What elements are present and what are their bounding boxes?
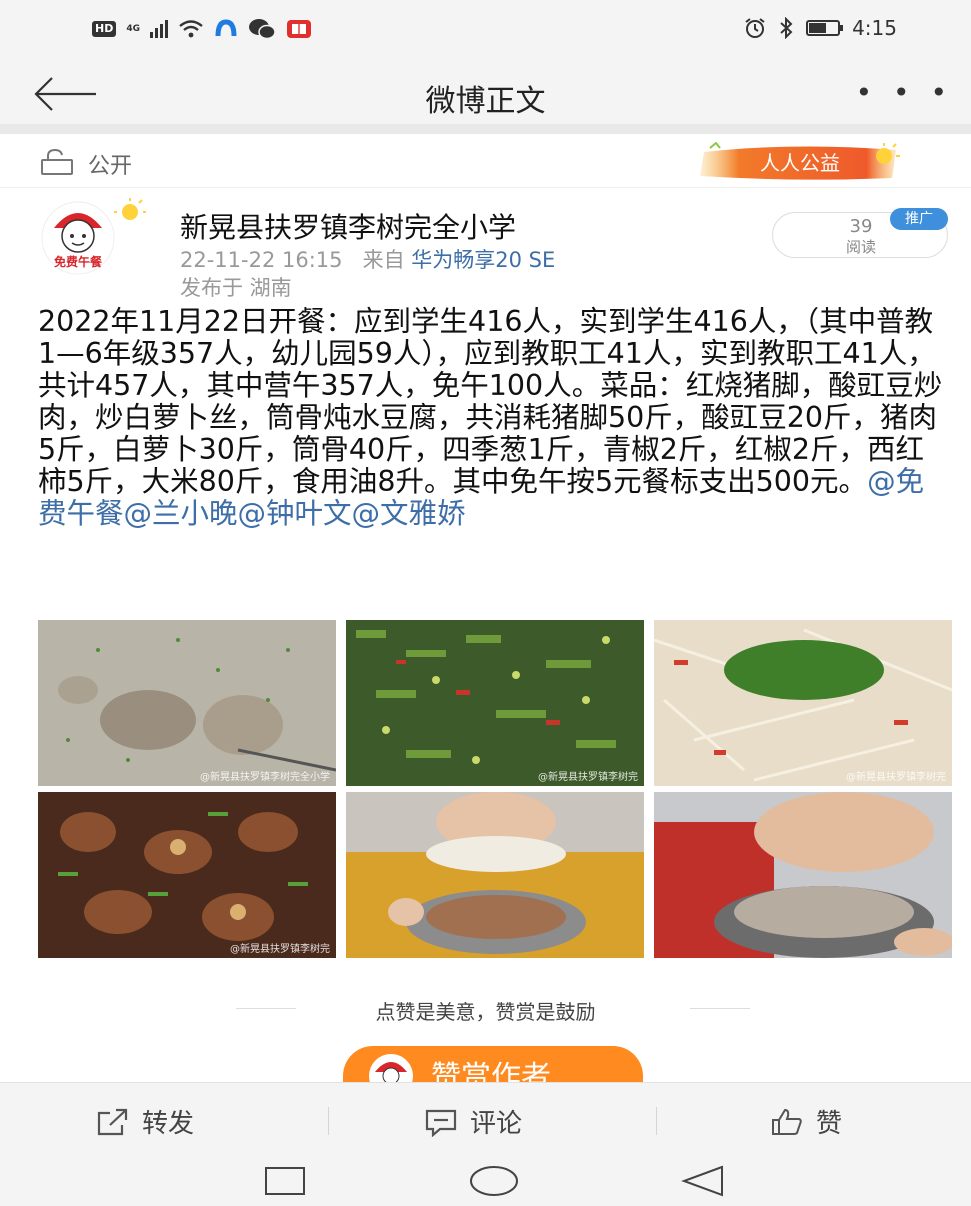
recent-apps-icon[interactable] bbox=[264, 1166, 306, 1196]
repost-button[interactable]: 转发 bbox=[96, 1103, 194, 1140]
status-time: 4:15 bbox=[852, 16, 897, 40]
system-nav-bar bbox=[0, 1156, 971, 1206]
book-app-icon bbox=[287, 20, 311, 38]
visibility-label: 公开 bbox=[88, 154, 133, 179]
photo-watermark: @新晃县扶罗镇李树完 bbox=[230, 944, 330, 955]
photo-watermark: @新晃县扶罗镇李树完全小学 bbox=[200, 772, 330, 783]
more-options-icon[interactable]: • • • bbox=[856, 76, 953, 109]
photo-cowpea-pork[interactable]: @新晃县扶罗镇李树完 bbox=[346, 620, 644, 786]
app-notification-icon bbox=[215, 19, 237, 37]
divider-right bbox=[690, 1008, 750, 1009]
photo-cowpea-pork-art bbox=[346, 620, 644, 786]
comment-label: 评论 bbox=[470, 1109, 523, 1139]
photo-child-eating-2-art bbox=[654, 792, 952, 958]
network-type: 4G bbox=[126, 24, 140, 34]
hd-icon: HD bbox=[92, 21, 117, 37]
wechat-icon bbox=[249, 19, 276, 40]
photo-bone-soup[interactable]: @新晃县扶罗镇李树完全小学 bbox=[38, 620, 336, 786]
home-icon[interactable] bbox=[468, 1164, 520, 1198]
alarm-icon bbox=[745, 18, 765, 38]
avatar-label: 免费午餐 bbox=[54, 254, 103, 269]
action-divider bbox=[656, 1107, 657, 1135]
photo-bone-soup-art bbox=[38, 620, 336, 786]
signal-icon bbox=[150, 20, 168, 38]
status-right-icons: 4:15 bbox=[744, 16, 897, 40]
author-name[interactable]: 新晃县扶罗镇李树完全小学 bbox=[180, 206, 516, 246]
read-count: 39 bbox=[849, 216, 873, 237]
reward-button-label: 赞赏作者 bbox=[431, 1060, 551, 1082]
read-label: 阅读 bbox=[845, 238, 876, 256]
source-device-link[interactable]: 华为畅享20 SE bbox=[411, 248, 555, 272]
unlock-icon bbox=[41, 148, 73, 175]
avatar[interactable]: 免费午餐 bbox=[38, 198, 148, 278]
reward-author-button[interactable]: 赞赏作者 bbox=[343, 1046, 643, 1082]
visibility-row: 公开 人人公益 bbox=[0, 134, 971, 188]
page-title: 微博正文 bbox=[425, 84, 546, 119]
header-divider bbox=[0, 124, 971, 134]
photo-braised-trotters[interactable]: @新晃县扶罗镇李树完 bbox=[38, 792, 336, 958]
repost-label: 转发 bbox=[142, 1109, 195, 1139]
post-text: 2022年11月22日开餐：应到学生416人，实到学生416人，（其中普教1—6… bbox=[38, 306, 948, 530]
reward-caption: 点赞是美意，赞赏是鼓励 bbox=[375, 1000, 596, 1024]
like-button[interactable]: 赞 bbox=[770, 1103, 842, 1140]
photo-braised-trotters-art bbox=[38, 792, 336, 958]
comment-icon bbox=[425, 1109, 457, 1137]
photo-radish-shreds-art bbox=[654, 620, 952, 786]
post-meta: 22-11-22 16:15 来自 华为畅享20 SE bbox=[180, 244, 555, 274]
reward-avatar-icon bbox=[369, 1054, 413, 1082]
like-label: 赞 bbox=[816, 1109, 843, 1139]
post-datetime: 22-11-22 16:15 bbox=[180, 248, 343, 272]
status-bar: HD 4G 4:15 bbox=[0, 0, 971, 62]
photo-watermark: @新晃县扶罗镇李树完 bbox=[538, 772, 638, 783]
status-left-icons: HD 4G bbox=[92, 18, 312, 40]
photo-child-eating-2[interactable] bbox=[654, 792, 952, 958]
photo-child-eating-1[interactable] bbox=[346, 792, 644, 958]
bottom-action-bar: 转发 评论 赞 bbox=[0, 1082, 971, 1156]
charity-banner-text: 人人公益 bbox=[760, 151, 840, 175]
thumbs-up-icon bbox=[772, 1108, 802, 1135]
nav-back-icon[interactable] bbox=[680, 1164, 726, 1198]
photo-radish-shreds[interactable]: @新晃县扶罗镇李树完 bbox=[654, 620, 952, 786]
photo-child-eating-1-art bbox=[346, 792, 644, 958]
post-location: 发布于 湖南 bbox=[180, 276, 292, 300]
promo-tag: 推广 bbox=[890, 208, 948, 230]
battery-icon bbox=[806, 20, 844, 36]
post-body-text: 2022年11月22日开餐：应到学生416人，实到学生416人，（其中普教1—6… bbox=[38, 305, 943, 498]
photo-watermark: @新晃县扶罗镇李树完 bbox=[846, 772, 946, 783]
charity-banner[interactable]: 人人公益 bbox=[696, 142, 908, 182]
repost-icon bbox=[97, 1108, 128, 1135]
wifi-icon bbox=[179, 20, 203, 38]
source-prefix: 来自 bbox=[362, 248, 405, 272]
action-divider bbox=[328, 1107, 329, 1135]
top-nav-bar: 微博正文 • • • bbox=[0, 62, 971, 124]
bluetooth-icon bbox=[780, 17, 793, 39]
comment-button[interactable]: 评论 bbox=[424, 1103, 522, 1140]
